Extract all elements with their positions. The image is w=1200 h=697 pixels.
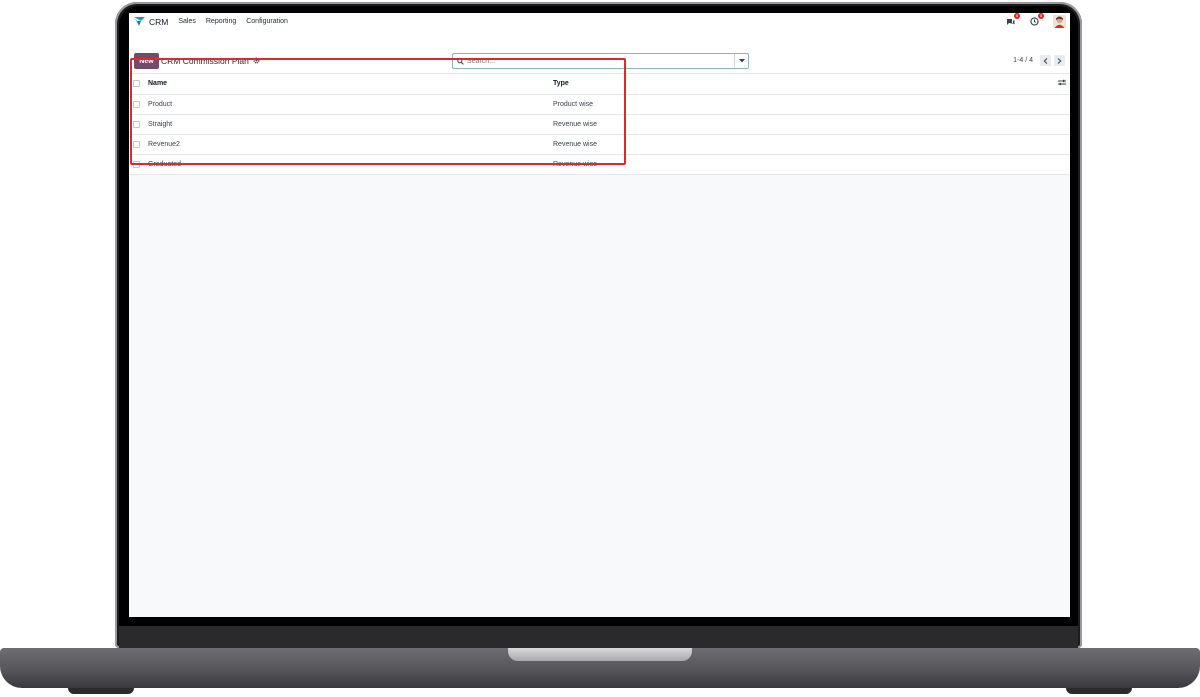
row-select-cell [129,134,148,155]
page-title: CRM Commission Plan [161,56,249,66]
row-name[interactable]: Revenue2 [148,134,553,155]
search-options-toggle[interactable] [734,54,748,68]
row-name[interactable]: Graduated [148,154,553,175]
pager-value[interactable]: 1-4 / 4 [1013,57,1033,64]
chat-icon [1006,18,1014,25]
row-type[interactable]: Revenue wise [553,134,1058,155]
row-name[interactable]: Straight [148,114,553,135]
row-select-cell [129,154,148,175]
laptop-chin [119,626,1078,648]
new-button[interactable]: New [134,53,159,69]
row-select-cell [129,114,148,135]
crm-logo-icon[interactable] [134,17,145,26]
control-panel: New CRM Commission Plan Search... 1-4 / … [129,30,1070,74]
menu-reporting[interactable]: Reporting [206,18,236,25]
laptop-foot-left [68,688,134,694]
menu-configuration[interactable]: Configuration [246,18,288,25]
messages-button[interactable]: 6 [1005,13,1020,27]
messages-badge: 6 [1014,13,1020,19]
pager-previous-button[interactable] [1040,55,1051,66]
caret-down-icon [738,59,745,63]
screen: CRM Sales Reporting Configuration 6 8 Ne… [129,13,1070,617]
row-checkbox[interactable] [133,120,140,128]
column-header-type[interactable]: Type [553,74,1058,95]
column-header-name[interactable]: Name [148,74,553,95]
laptop-notch [508,648,692,661]
list-table: Name Type Product Product wise Straight … [129,74,1070,175]
top-navbar: CRM Sales Reporting Configuration 6 8 [129,13,1070,30]
table-row[interactable]: Straight Revenue wise [129,114,1070,135]
menu-sales[interactable]: Sales [178,18,196,25]
row-spacer [1058,154,1070,175]
optional-columns-toggle[interactable] [1058,74,1070,95]
search-icon[interactable] [453,57,467,65]
chevron-left-icon [1043,57,1048,64]
row-type[interactable]: Product wise [553,94,1058,115]
breadcrumb: CRM Commission Plan [161,56,260,66]
pager: 1-4 / 4 [1013,55,1065,66]
avatar[interactable] [1053,15,1066,28]
chevron-right-icon [1057,57,1062,64]
clock-icon [1029,17,1039,26]
activities-button[interactable]: 8 [1029,13,1044,27]
activities-badge: 8 [1038,13,1044,19]
row-checkbox[interactable] [133,100,140,108]
table-row[interactable]: Product Product wise [129,94,1070,115]
gear-icon[interactable] [253,56,260,66]
select-all-cell [129,74,148,95]
row-checkbox[interactable] [133,140,140,148]
row-name[interactable]: Product [148,94,553,115]
search-bar [452,53,749,69]
search-input[interactable] [467,57,734,65]
select-all-checkbox[interactable] [133,80,140,88]
row-spacer [1058,94,1070,115]
navbar-systray: 6 8 [1005,13,1070,28]
row-spacer [1058,134,1070,155]
pager-next-button[interactable] [1054,55,1065,66]
row-checkbox[interactable] [133,160,140,168]
row-type[interactable]: Revenue wise [553,114,1058,135]
row-select-cell [129,94,148,115]
sliders-icon [1058,80,1066,86]
table-row[interactable]: Graduated Revenue wise [129,154,1070,175]
row-type[interactable]: Revenue wise [553,154,1058,175]
table-row[interactable]: Revenue2 Revenue wise [129,134,1070,155]
table-header-row: Name Type [129,74,1070,95]
laptop-foot-right [1066,688,1132,694]
row-spacer [1058,114,1070,135]
app-name[interactable]: CRM [149,17,168,27]
